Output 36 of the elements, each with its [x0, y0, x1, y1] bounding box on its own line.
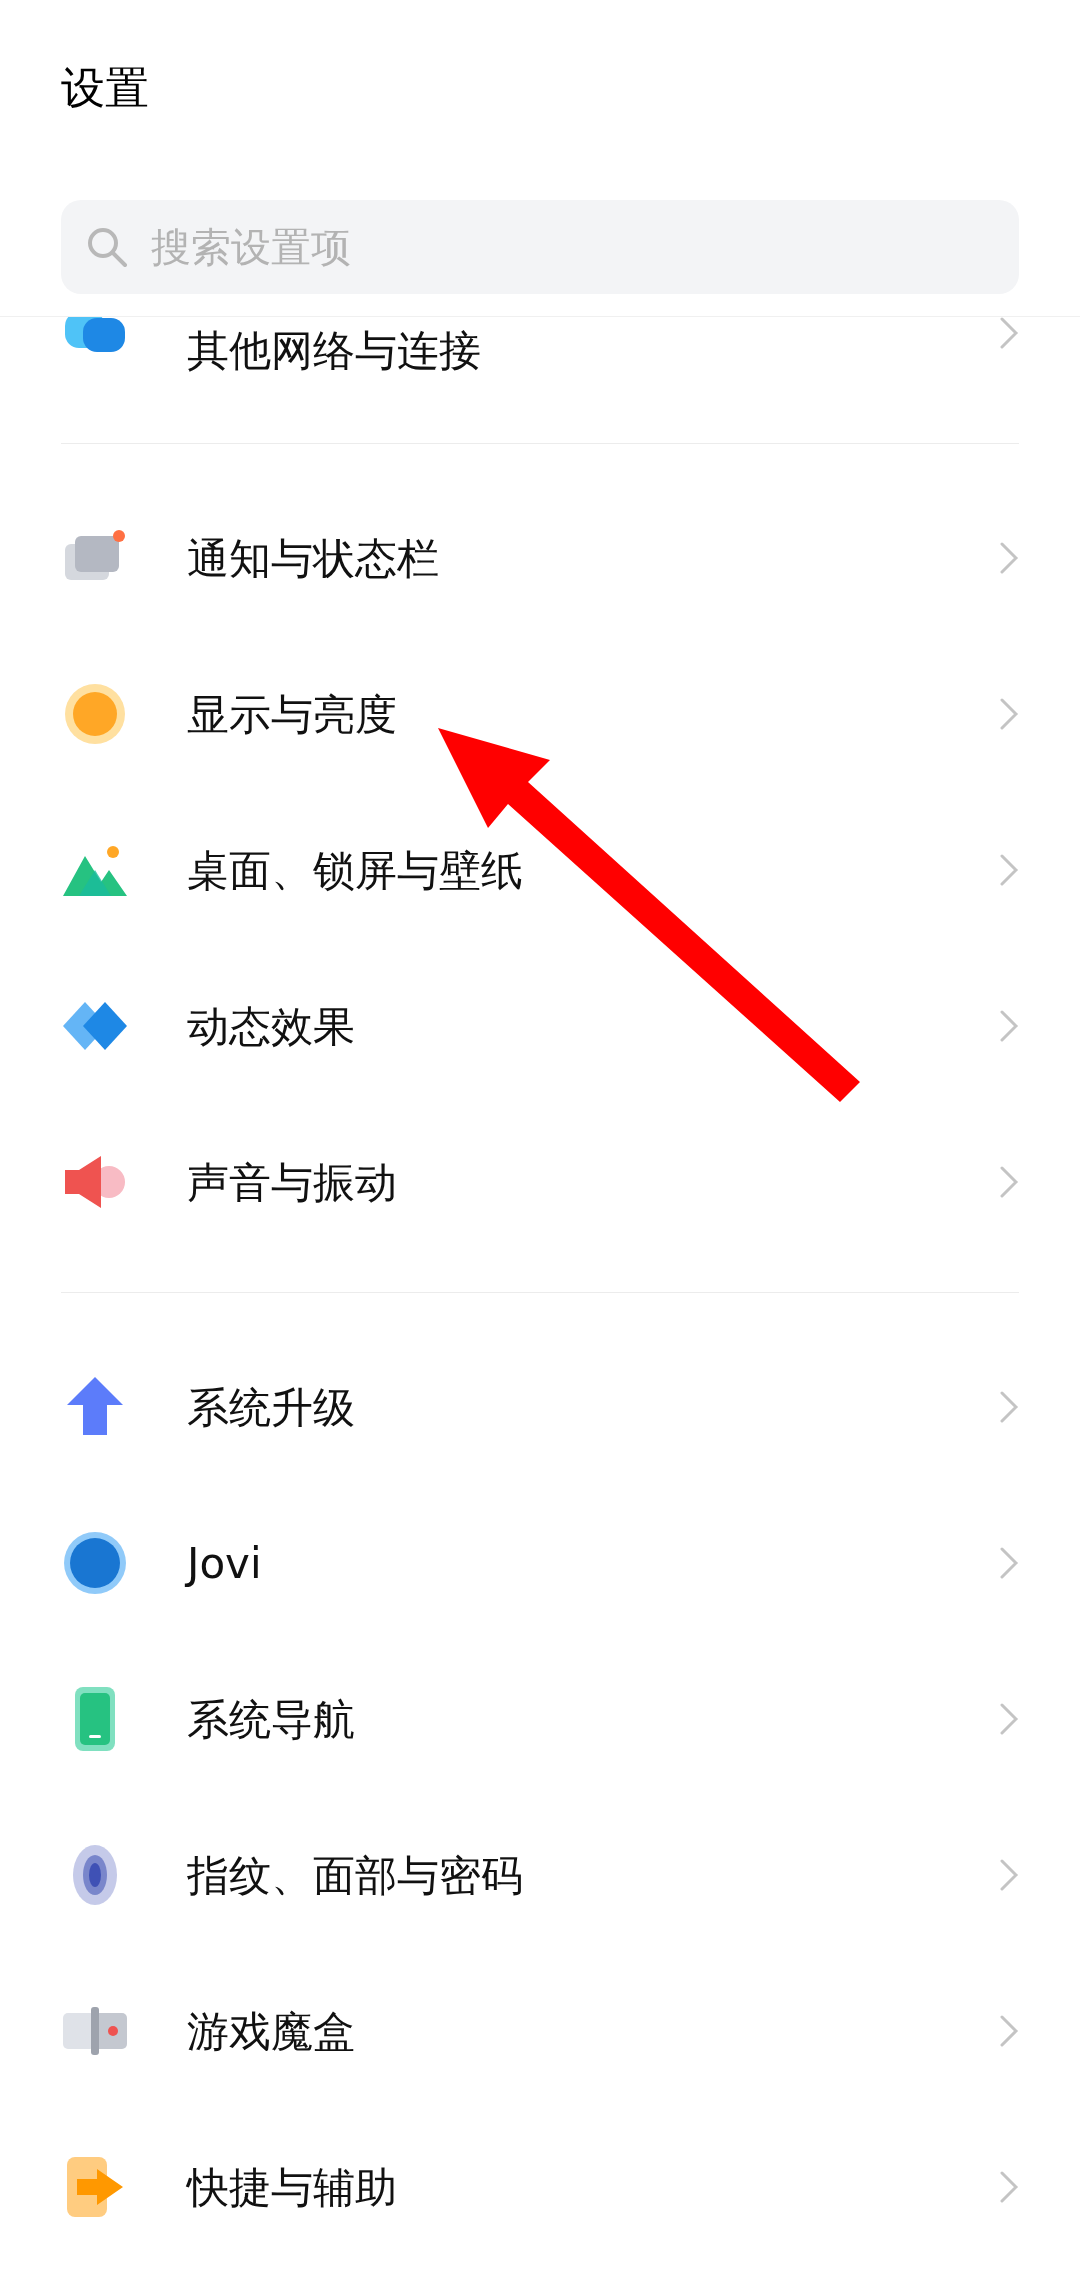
- item-label: 动态效果: [187, 1000, 356, 1053]
- item-label: 系统导航: [187, 1693, 356, 1746]
- settings-item[interactable]: 声音与振动: [61, 1104, 1019, 1260]
- chevron-icon: [999, 697, 1019, 731]
- settings-item[interactable]: 游戏魔盒: [61, 1953, 1019, 2109]
- item-label: 游戏魔盒: [187, 2005, 356, 2058]
- chevron-icon: [999, 1702, 1019, 1736]
- item-label: 指纹、面部与密码: [187, 1849, 524, 1902]
- chevron-icon: [999, 1390, 1019, 1424]
- chevron-icon: [999, 853, 1019, 887]
- chevron-icon: [999, 1858, 1019, 1892]
- search-icon: [85, 225, 129, 269]
- settings-item[interactable]: 其他网络与连接: [61, 317, 1019, 411]
- chevron-icon: [999, 1165, 1019, 1199]
- chevron-icon: [999, 541, 1019, 575]
- settings-item[interactable]: 指纹、面部与密码: [61, 1797, 1019, 1953]
- page-title: 设置: [61, 61, 150, 115]
- item-label: 桌面、锁屏与壁纸: [187, 844, 524, 897]
- chevron-icon: [999, 2014, 1019, 2048]
- item-label: 声音与振动: [187, 1156, 398, 1209]
- settings-item[interactable]: Jovi: [61, 1485, 1019, 1641]
- item-label: 快捷与辅助: [187, 2161, 398, 2214]
- chevron-icon: [999, 1546, 1019, 1580]
- settings-item[interactable]: 快捷与辅助: [61, 2109, 1019, 2265]
- chevron-icon: [999, 2170, 1019, 2204]
- settings-item[interactable]: 系统升级: [61, 1329, 1019, 1485]
- chevron-icon: [999, 1009, 1019, 1043]
- search-field[interactable]: 搜索设置项: [151, 217, 995, 277]
- item-label: 显示与亮度: [187, 688, 398, 741]
- settings-item[interactable]: 系统导航: [61, 1641, 1019, 1797]
- item-label: 通知与状态栏: [187, 532, 440, 585]
- item-label: 其他网络与连接: [187, 325, 482, 377]
- chevron-icon: [999, 317, 1019, 350]
- settings-item[interactable]: 通知与状态栏: [61, 480, 1019, 636]
- item-label: 系统升级: [187, 1381, 356, 1434]
- search-bar[interactable]: 搜索设置项: [61, 200, 1019, 294]
